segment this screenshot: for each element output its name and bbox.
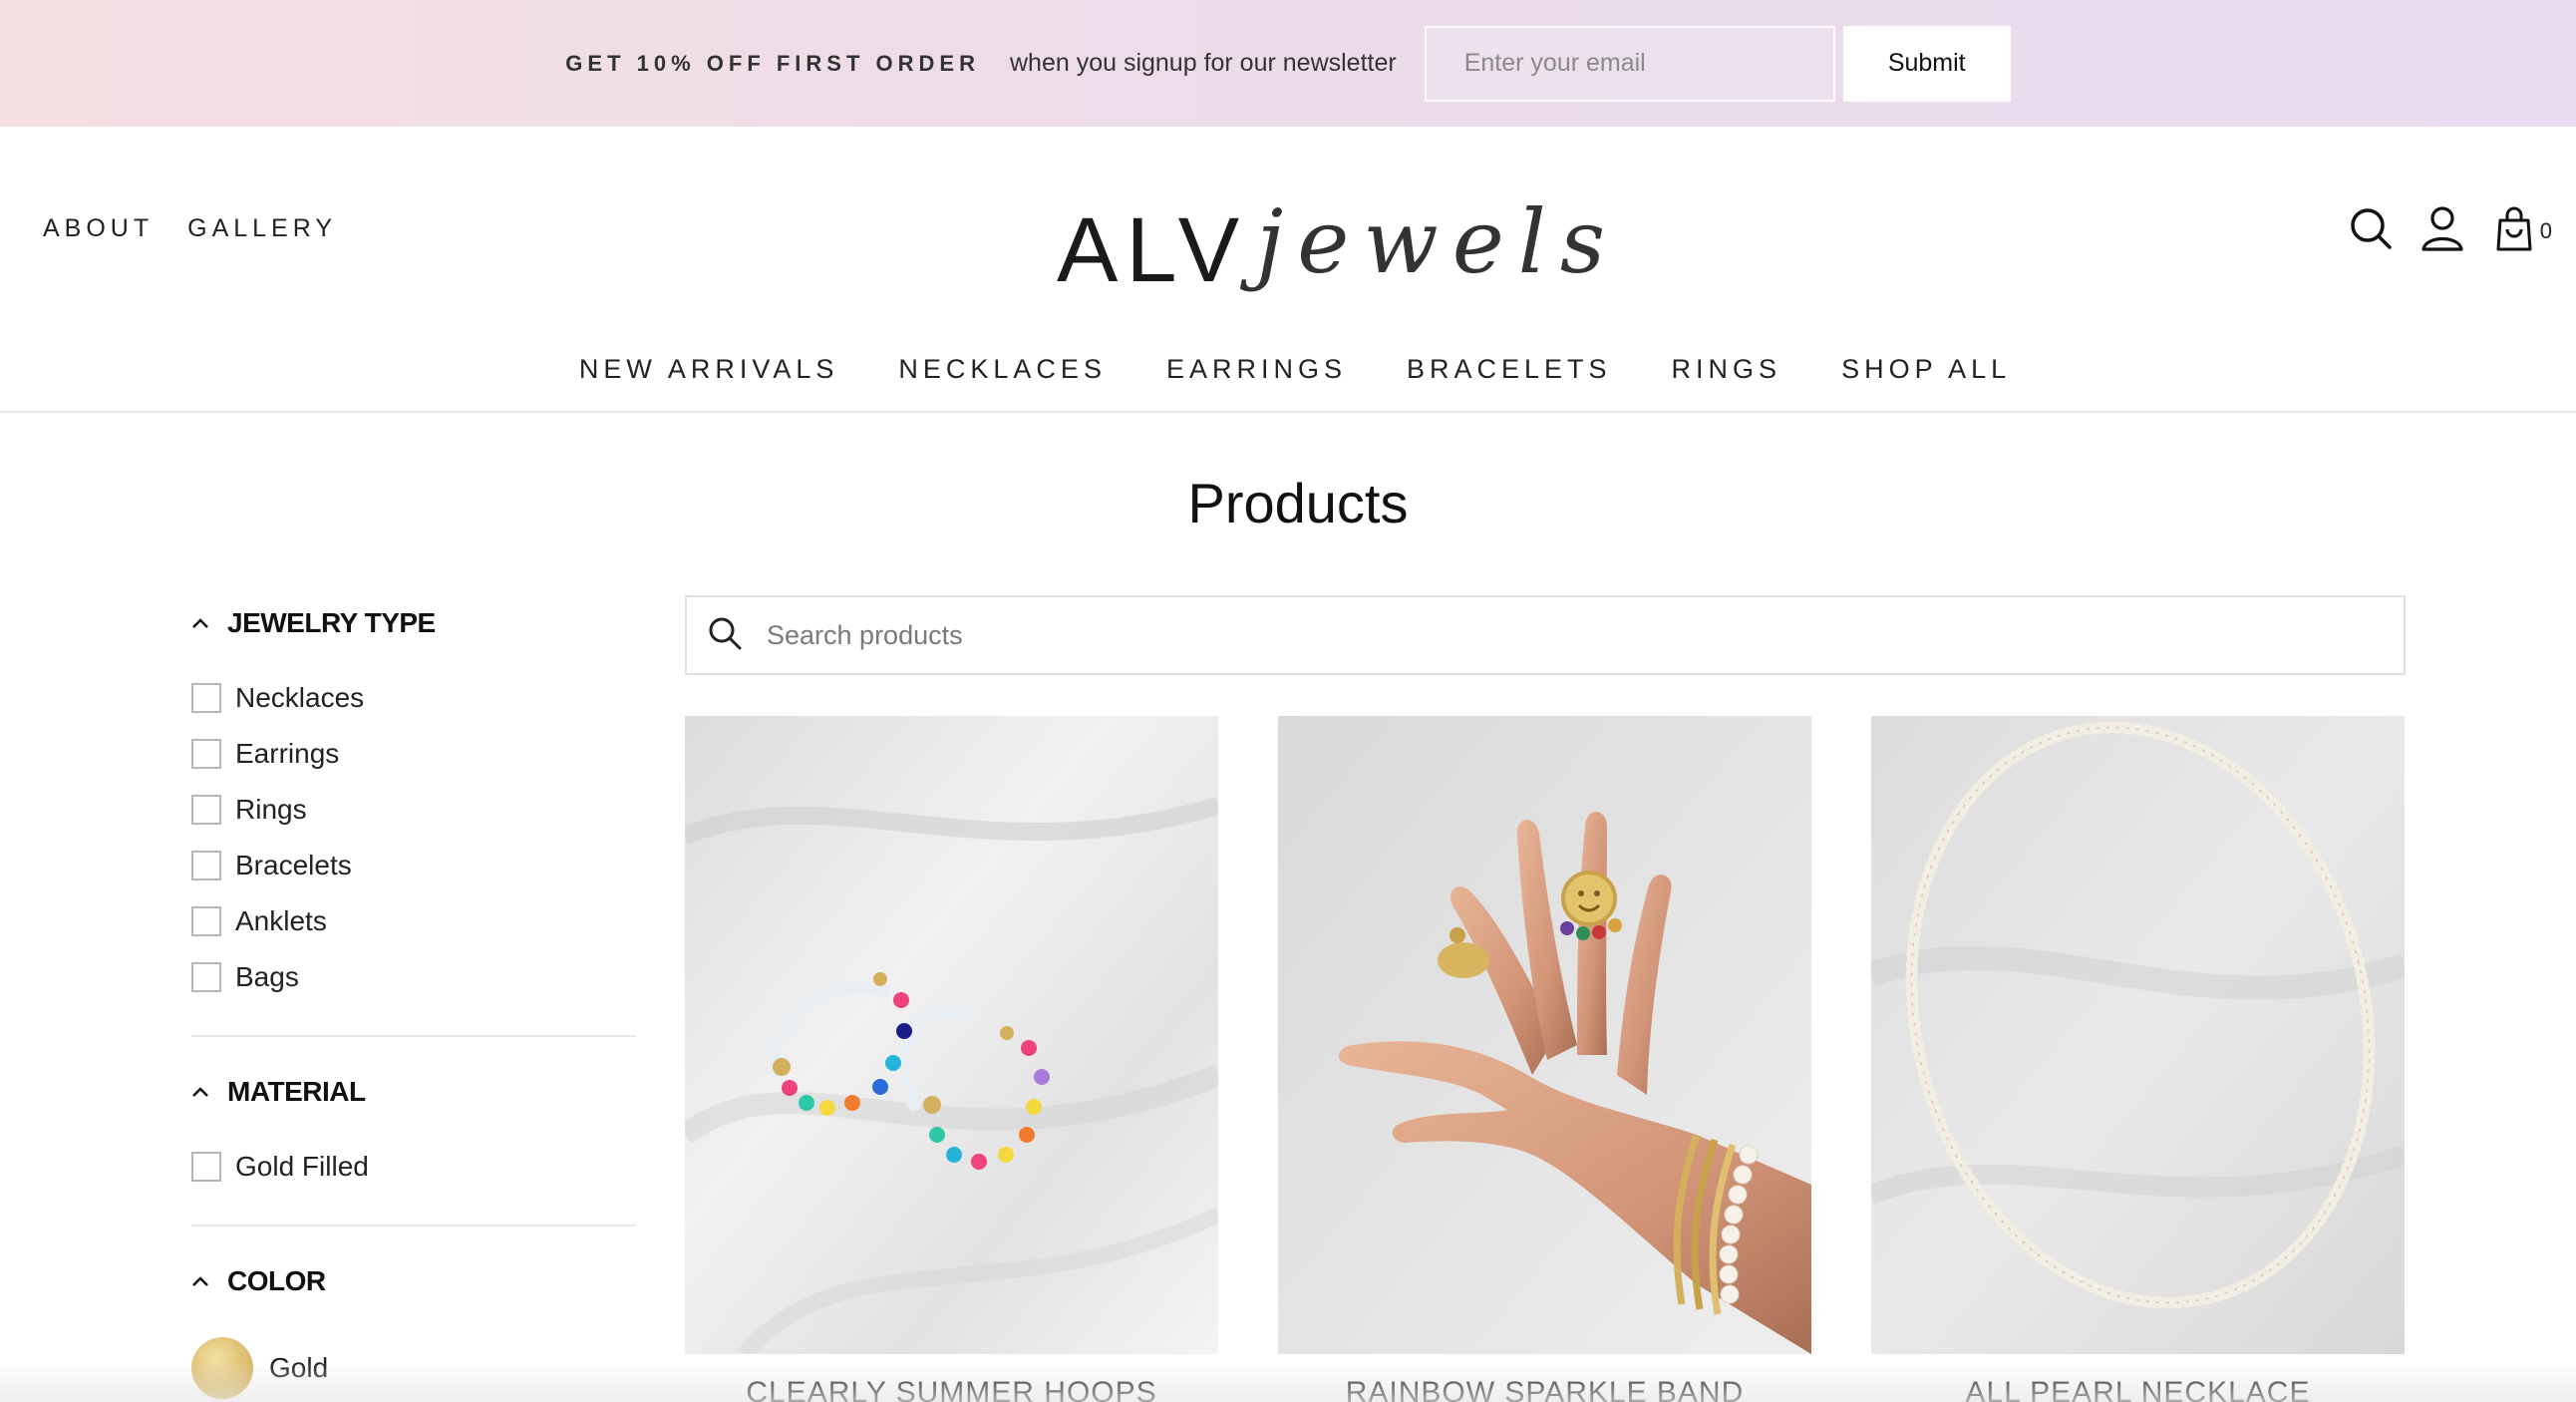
cart-button[interactable]: 0: [2492, 204, 2552, 252]
filter-group-color: COLOR Gold: [191, 1256, 636, 1402]
filter-option-bags[interactable]: Bags: [191, 949, 636, 1005]
filter-option-rings[interactable]: Rings: [191, 782, 636, 838]
filter-option-gold[interactable]: Gold: [191, 1328, 636, 1402]
checkbox[interactable]: [191, 795, 221, 825]
filter-option-anklets[interactable]: Anklets: [191, 893, 636, 949]
chevron-up-icon: [191, 613, 211, 633]
checkbox[interactable]: [191, 906, 221, 936]
promo-headline: GET 10% OFF FIRST ORDER: [565, 50, 980, 76]
promo-bar: GET 10% OFF FIRST ORDER when you signup …: [0, 0, 2576, 127]
nav-earrings[interactable]: EARRINGS: [1166, 354, 1347, 385]
checkbox[interactable]: [191, 851, 221, 880]
product-title[interactable]: ALL PEARL NECKLACE: [1871, 1376, 2405, 1402]
header-icons: 0: [2349, 204, 2552, 252]
page-title: Products: [1187, 472, 1409, 534]
nav-necklaces[interactable]: NECKLACES: [898, 354, 1107, 385]
product-card[interactable]: ALL PEARL NECKLACE: [1871, 716, 2405, 1402]
checkbox[interactable]: [191, 739, 221, 769]
nav-shop-all[interactable]: SHOP ALL: [1841, 354, 2011, 385]
gallery-link[interactable]: GALLERY: [187, 214, 337, 243]
filter-group-jewelry-type: JEWELRY TYPE Necklaces Earrings Rings Br…: [191, 598, 636, 1037]
nav-rings[interactable]: RINGS: [1672, 354, 1782, 385]
newsletter-email-input[interactable]: [1424, 25, 1835, 102]
color-swatch-gold[interactable]: [191, 1337, 253, 1399]
product-search-input[interactable]: [767, 619, 2404, 651]
filter-group-material: MATERIAL Gold Filled: [191, 1067, 636, 1227]
product-title[interactable]: CLEARLY SUMMER HOOPS: [685, 1376, 1218, 1402]
filter-toggle-color[interactable]: COLOR: [191, 1256, 636, 1306]
checkbox[interactable]: [191, 1152, 221, 1182]
header-left-links: ABOUT GALLERY: [43, 214, 337, 243]
nav-new-arrivals[interactable]: NEW ARRIVALS: [579, 354, 839, 385]
filter-toggle-jewelry-type[interactable]: JEWELRY TYPE: [191, 598, 636, 648]
filter-option-bracelets[interactable]: Bracelets: [191, 838, 636, 893]
account-icon[interactable]: [2420, 204, 2464, 252]
filter-toggle-material[interactable]: MATERIAL: [191, 1067, 636, 1117]
about-link[interactable]: ABOUT: [43, 214, 154, 243]
filter-title: COLOR: [227, 1265, 326, 1296]
cart-count: 0: [2539, 218, 2552, 243]
nav-bracelets[interactable]: BRACELETS: [1407, 354, 1612, 385]
product-title[interactable]: RAINBOW SPARKLE BAND: [1278, 1376, 1811, 1402]
product-card[interactable]: CLEARLY SUMMER HOOPS: [685, 716, 1218, 1402]
filter-title: JEWELRY TYPE: [227, 607, 436, 638]
logo-main-text: ALV: [1057, 199, 1248, 301]
promo-text: when you signup for our newsletter: [1009, 49, 1397, 77]
site-logo[interactable]: ALV jewels: [1057, 157, 1605, 306]
filter-option-necklaces[interactable]: Necklaces: [191, 670, 636, 726]
product-card[interactable]: RAINBOW SPARKLE BAND: [1278, 716, 1811, 1402]
logo-script-text: jewels: [1256, 190, 1620, 293]
product-image[interactable]: [685, 716, 1218, 1354]
chevron-up-icon: [191, 1082, 211, 1102]
site-header: ABOUT GALLERY ALV jewels 0 NEW ARRIVALS …: [0, 127, 2576, 413]
filter-option-gold-filled[interactable]: Gold Filled: [191, 1139, 636, 1195]
product-image[interactable]: [1871, 716, 2405, 1354]
main-nav: NEW ARRIVALS NECKLACES EARRINGS BRACELET…: [0, 354, 2576, 385]
product-grid: CLEARLY SUMMER HOOPS RAINBOW SPARKLE BAN…: [685, 716, 2406, 1402]
filter-sidebar: JEWELRY TYPE Necklaces Earrings Rings Br…: [191, 598, 636, 1402]
shopping-bag-icon: [2492, 204, 2536, 252]
product-image[interactable]: [1278, 716, 1811, 1354]
chevron-up-icon: [191, 1271, 211, 1291]
newsletter-submit-button[interactable]: Submit: [1842, 25, 2011, 102]
filter-title: MATERIAL: [227, 1076, 366, 1107]
checkbox[interactable]: [191, 683, 221, 713]
search-icon[interactable]: [2349, 204, 2393, 252]
filter-option-earrings[interactable]: Earrings: [191, 726, 636, 782]
product-search[interactable]: [685, 595, 2406, 675]
checkbox[interactable]: [191, 962, 221, 992]
search-icon: [707, 615, 743, 656]
